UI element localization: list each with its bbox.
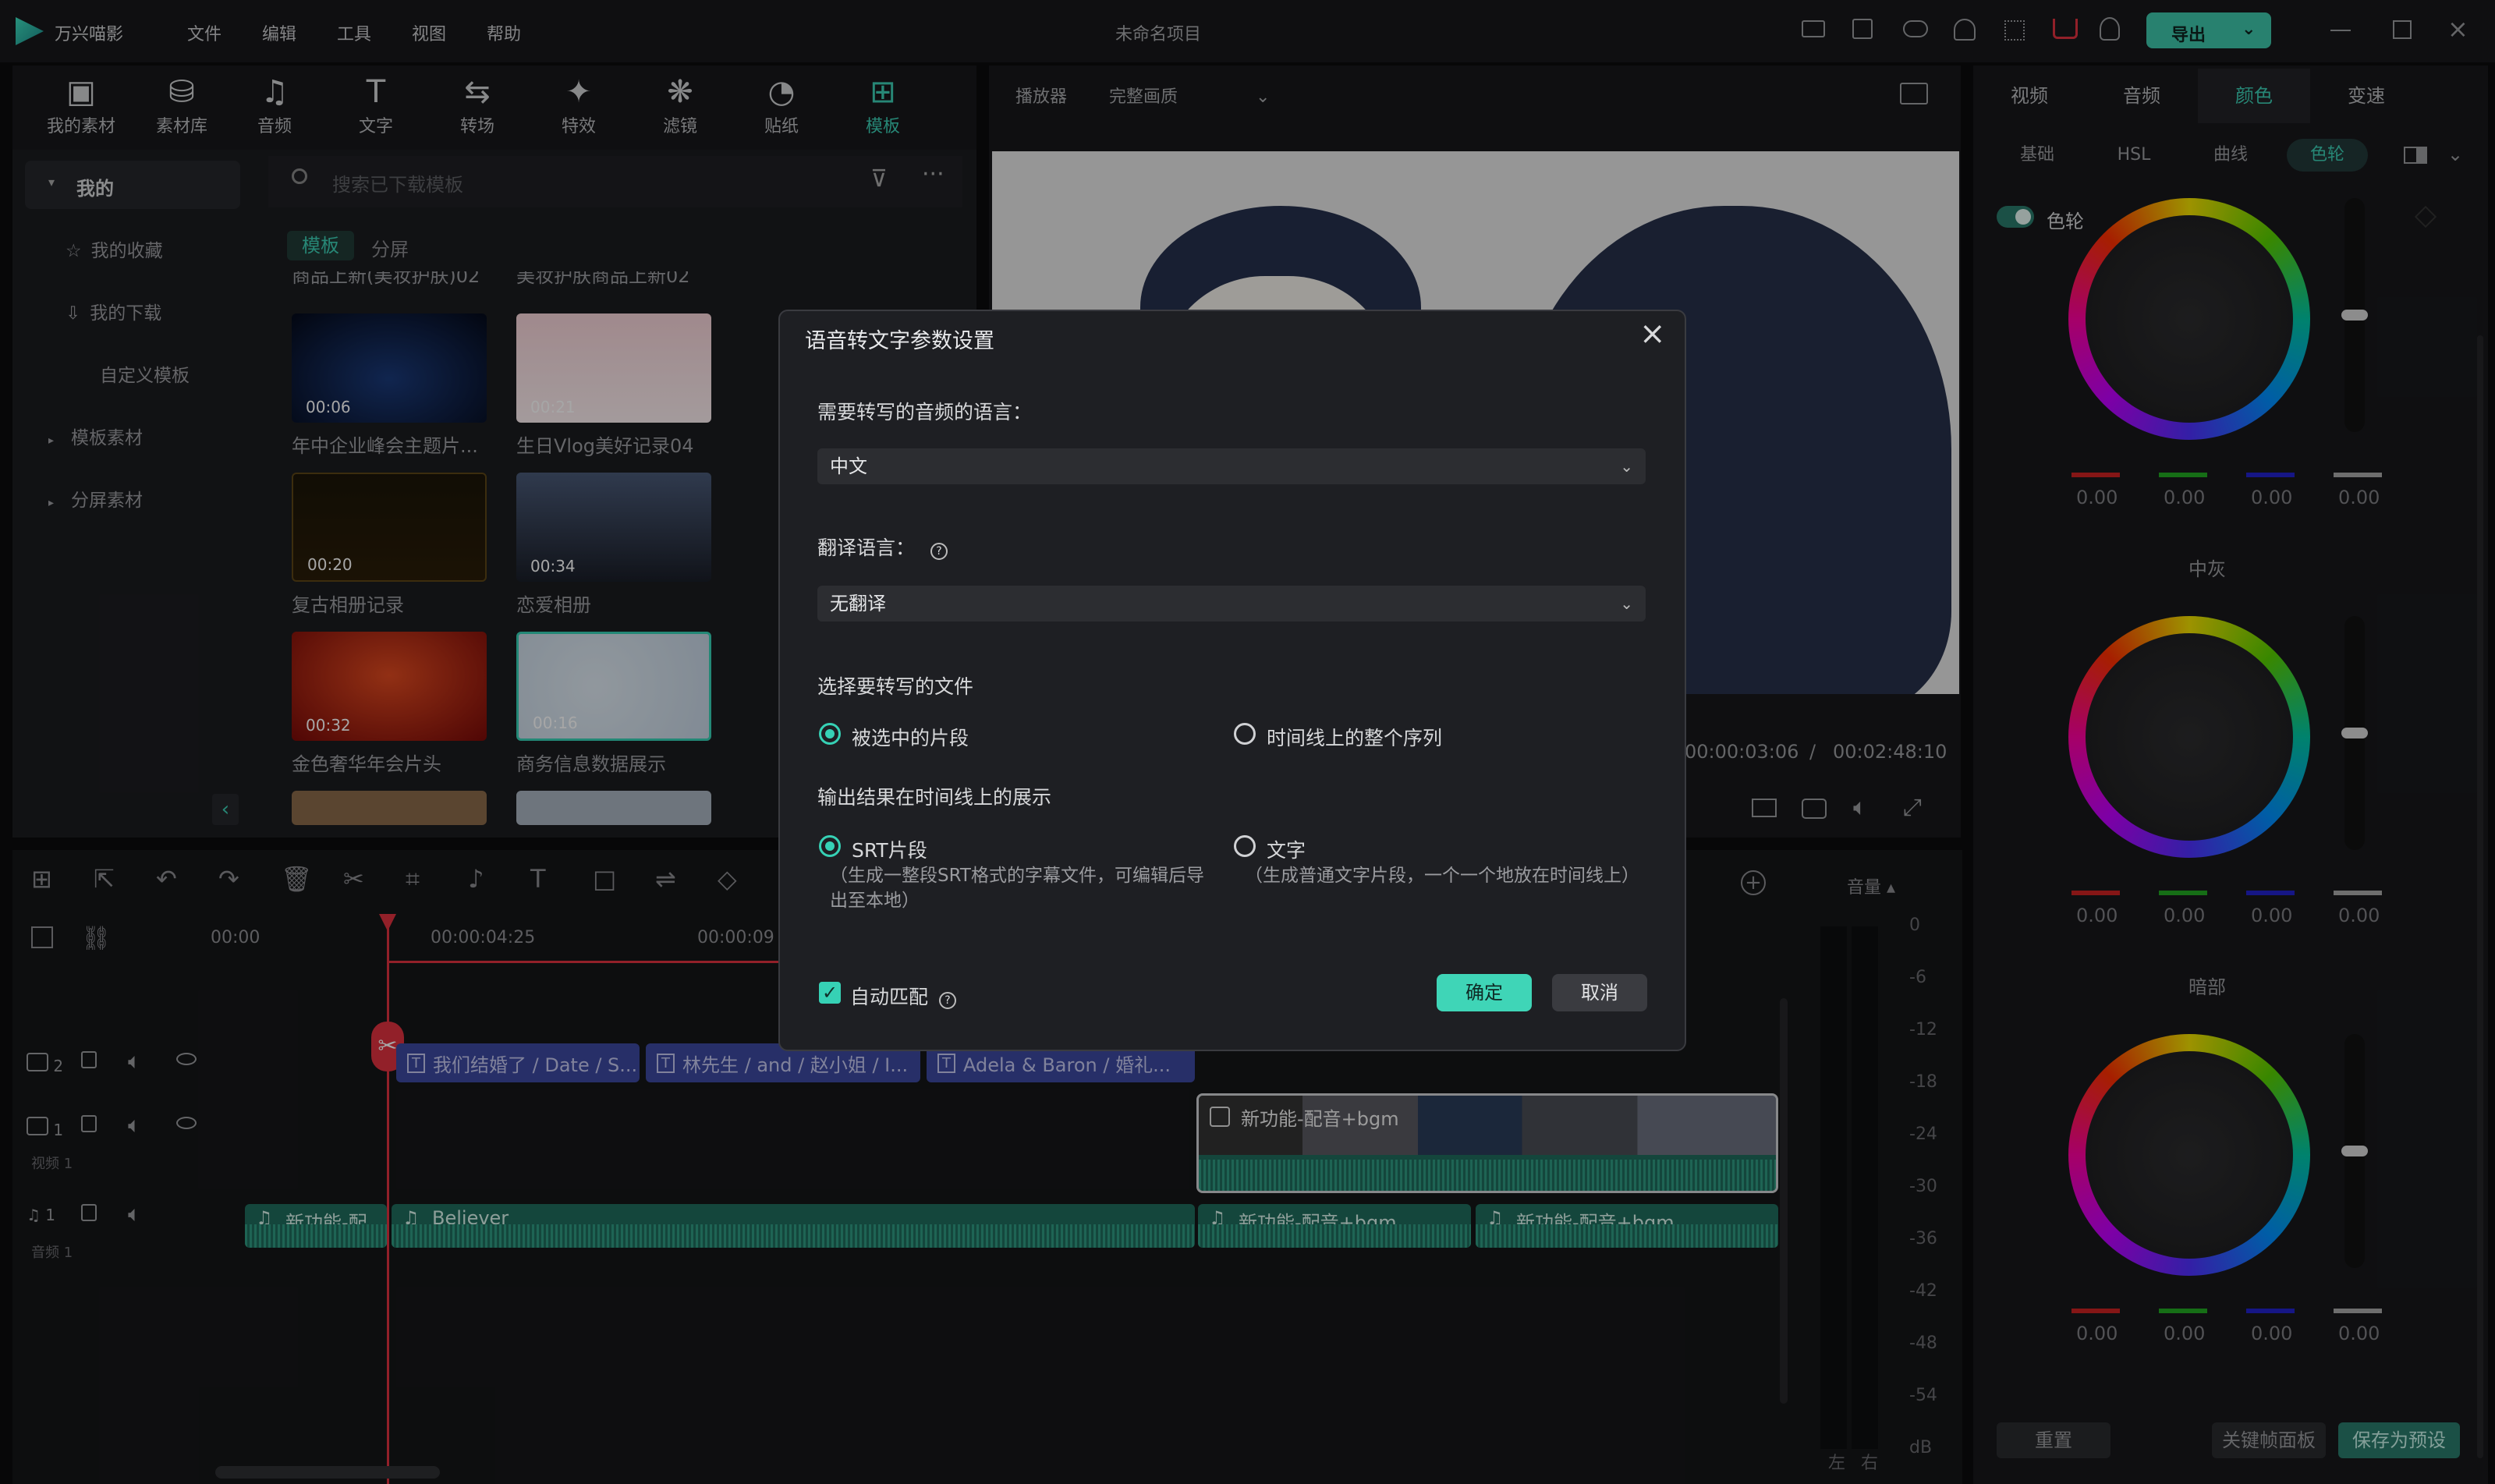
close-icon[interactable]: × — [1639, 316, 1666, 352]
ok-button[interactable]: 确定 — [1437, 974, 1532, 1011]
auto-match-label[interactable]: 自动匹配? — [850, 982, 957, 1010]
chevron-down-icon: ⌄ — [1620, 594, 1633, 613]
auto-match-checkbox[interactable]: ✓ — [819, 982, 841, 1004]
dialog-title: 语音转文字参数设置 — [805, 329, 994, 353]
radio-srt-desc: （生成一整段SRT格式的字幕文件，可编辑后导出至本地） — [830, 866, 1204, 911]
translate-value: 无翻译 — [830, 593, 886, 614]
language-label: 需要转写的音频的语言： — [817, 401, 1033, 423]
radio-whole-sequence[interactable] — [1234, 723, 1256, 745]
cancel-button[interactable]: 取消 — [1552, 974, 1647, 1011]
translate-label: 翻译语言：? — [817, 533, 948, 561]
radio-selected-clip-label[interactable]: 被选中的片段 — [852, 723, 969, 751]
radio-selected-clip[interactable] — [819, 723, 841, 745]
translate-label-text: 翻译语言： — [817, 537, 916, 559]
output-section-label: 输出结果在时间线上的展示 — [817, 786, 1052, 809]
help-icon[interactable]: ? — [930, 543, 948, 560]
speech-to-text-dialog: 语音转文字参数设置 × 需要转写的音频的语言： 中文 ⌄ 翻译语言：? 无翻译 ⌄ … — [778, 310, 1686, 1051]
radio-whole-sequence-label[interactable]: 时间线上的整个序列 — [1267, 723, 1442, 751]
radio-text[interactable] — [1234, 835, 1256, 857]
language-select[interactable]: 中文 ⌄ — [817, 448, 1646, 484]
translate-select[interactable]: 无翻译 ⌄ — [817, 586, 1646, 622]
radio-text-label[interactable]: 文字 — [1267, 835, 1306, 863]
radio-text-desc: （生成普通文字片段，一个一个地放在时间线上） — [1245, 866, 1639, 886]
radio-srt[interactable] — [819, 835, 841, 857]
radio-srt-label[interactable]: SRT片段 — [852, 835, 927, 863]
chevron-down-icon: ⌄ — [1620, 457, 1633, 476]
auto-match-text: 自动匹配 — [850, 986, 929, 1008]
language-value: 中文 — [830, 455, 867, 477]
help-icon[interactable]: ? — [939, 992, 957, 1009]
file-section-label: 选择要转写的文件 — [817, 675, 974, 698]
